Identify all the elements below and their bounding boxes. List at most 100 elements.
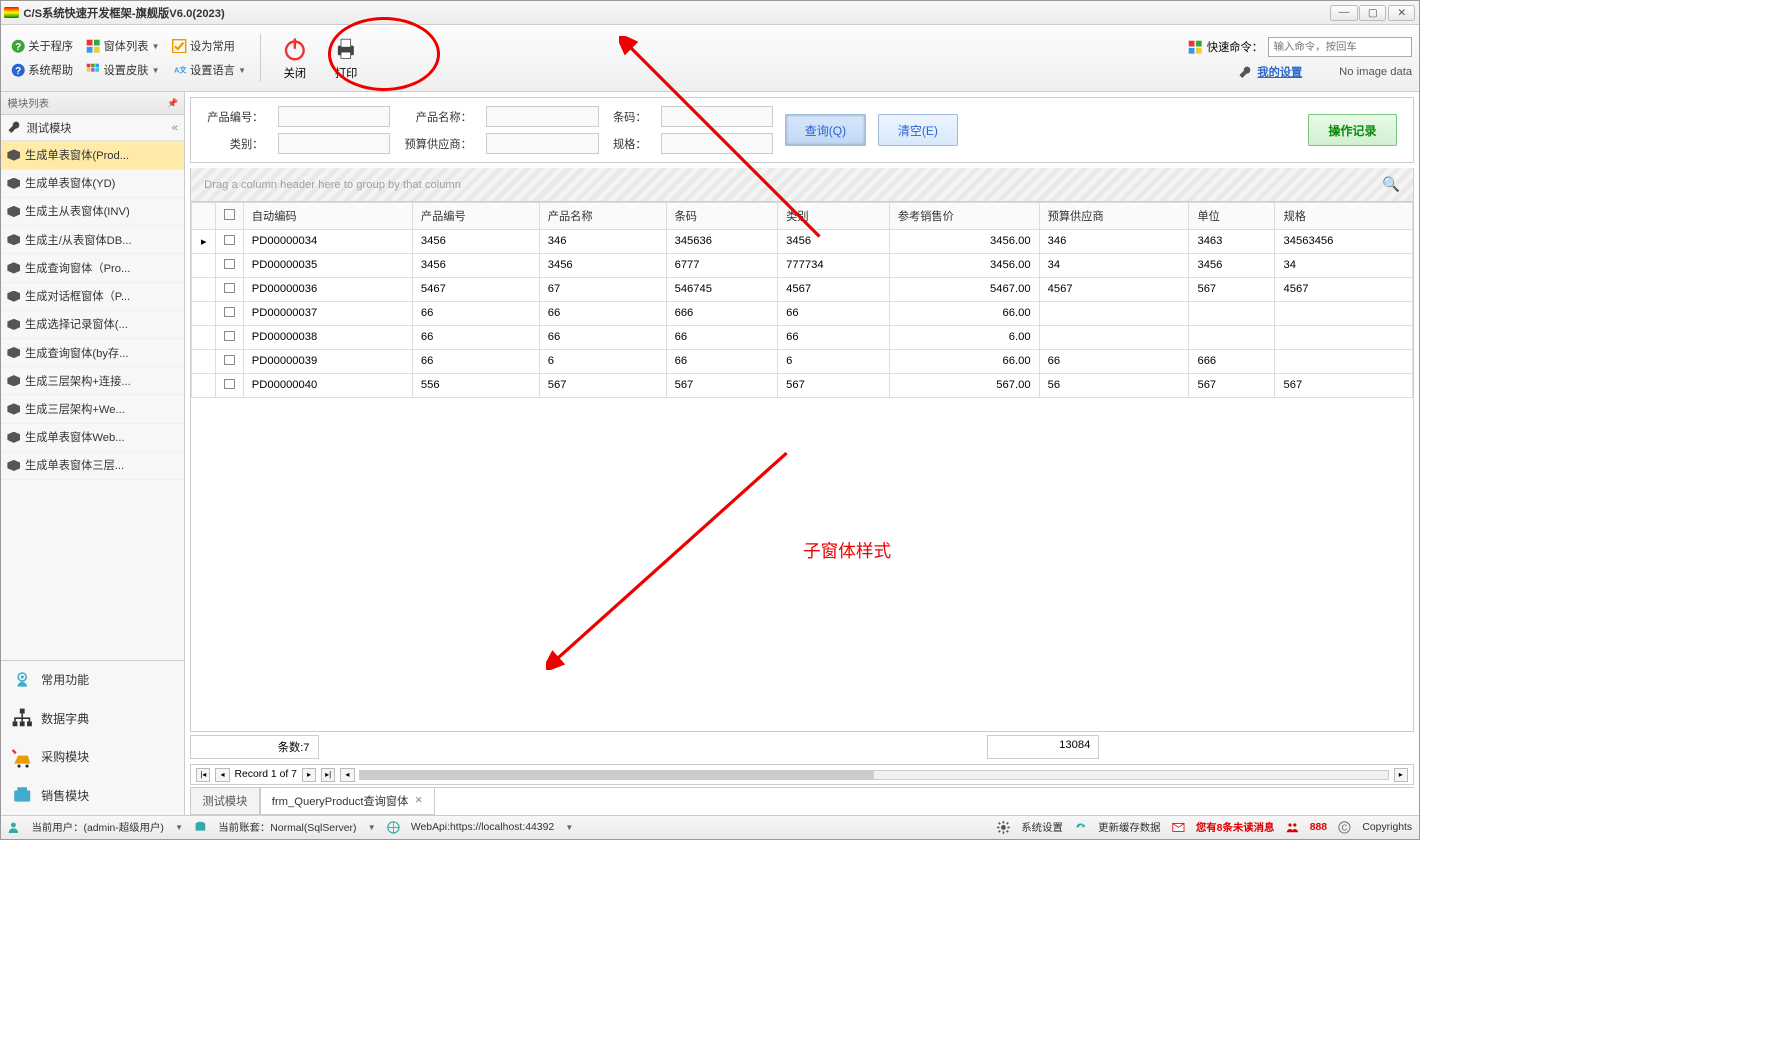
set-lang-button[interactable]: A文 设置语言 ▼ (169, 61, 249, 80)
status-account[interactable]: 当前账套：Normal(SqlServer) (218, 820, 356, 835)
no-image-label: No image data (1339, 66, 1412, 78)
cube-icon (7, 234, 20, 245)
status-user[interactable]: 当前用户：(admin-超级用户) (31, 820, 163, 835)
table-row[interactable]: PD000000353456345667777777343456.0034345… (192, 253, 1412, 277)
row-checkbox[interactable] (224, 283, 234, 293)
help-blue-icon: ? (11, 63, 25, 77)
search-panel: 产品编号： 产品名称： 条码： 类别： 预算供应商： 规格： 查询(Q) 清空(… (190, 97, 1413, 163)
status-sys-settings[interactable]: 系统设置 (1021, 820, 1063, 835)
column-header[interactable]: 条码 (666, 203, 778, 230)
search-icon[interactable]: 🔍 (1382, 176, 1400, 193)
status-online[interactable]: 888 (1310, 822, 1327, 833)
pin-icon[interactable]: 📌 (167, 98, 178, 109)
column-header[interactable]: 参考销售价 (889, 203, 1039, 230)
refresh-icon (1074, 821, 1087, 834)
column-header[interactable]: 产品名称 (539, 203, 666, 230)
input-spec[interactable] (661, 133, 773, 154)
sidebar-item[interactable]: 生成查询窗体(by存... (1, 339, 184, 367)
cube-icon (7, 347, 20, 358)
status-unread[interactable]: 您有8条未读消息 (1196, 820, 1275, 835)
cube-icon (7, 403, 20, 414)
log-button[interactable]: 操作记录 (1308, 114, 1397, 146)
sidebar-module[interactable]: 销售模块 (1, 776, 184, 814)
cube-icon (7, 262, 20, 273)
set-lang-label: 设置语言 (190, 62, 235, 78)
table-row[interactable]: ▸PD00000034345634634563634563456.0034634… (192, 229, 1412, 253)
table-row[interactable]: PD00000040556567567567567.0056567567 (192, 373, 1412, 397)
first-page-button[interactable]: |◂ (196, 768, 210, 782)
table-row[interactable]: PD0000003966666666.0066666 (192, 349, 1412, 373)
sidebar-item[interactable]: 生成主从表窗体(INV) (1, 198, 184, 226)
row-checkbox[interactable] (224, 235, 234, 245)
status-refresh[interactable]: 更新缓存数据 (1098, 820, 1160, 835)
sidebar-item[interactable]: 生成单表窗体Web... (1, 424, 184, 452)
scroll-left-button[interactable]: ◂ (340, 768, 354, 782)
svg-text:?: ? (15, 66, 21, 77)
prev-page-button[interactable]: ◂ (215, 768, 229, 782)
page-label: Record 1 of 7 (234, 769, 296, 780)
column-header[interactable]: 规格 (1275, 203, 1412, 230)
maximize-button[interactable]: ▢ (1359, 5, 1386, 21)
sidebar-item[interactable]: 生成三层架构+连接... (1, 367, 184, 395)
input-name[interactable] (486, 106, 598, 127)
sidebar-item[interactable]: 生成单表窗体(Prod... (1, 141, 184, 169)
windows-icon (86, 39, 100, 53)
sidebar-item[interactable]: 生成选择记录窗体(... (1, 311, 184, 339)
table-row[interactable]: PD00000038666666666.00 (192, 325, 1412, 349)
last-page-button[interactable]: ▸| (321, 768, 335, 782)
row-checkbox[interactable] (224, 379, 234, 389)
row-checkbox[interactable] (224, 259, 234, 269)
next-page-button[interactable]: ▸ (302, 768, 316, 782)
quick-cmd-input[interactable] (1268, 37, 1412, 58)
group-by-bar[interactable]: Drag a column header here to group by th… (190, 168, 1413, 202)
tab-test-module[interactable]: 测试模块 (190, 788, 259, 815)
status-webapi[interactable]: WebApi:https://localhost:44392 (411, 822, 554, 833)
sidebar: 模块列表 📌 测试模块 « 生成单表窗体(Prod...生成单表窗体(YD)生成… (1, 92, 185, 814)
input-code[interactable] (278, 106, 390, 127)
sidebar-item[interactable]: 生成查询窗体（Pro... (1, 254, 184, 282)
column-header[interactable]: 单位 (1189, 203, 1275, 230)
sidebar-item[interactable]: 生成单表窗体三层... (1, 452, 184, 480)
sidebar-module[interactable]: 常用功能 (1, 661, 184, 699)
my-settings-link[interactable]: 我的设置 (1257, 64, 1302, 80)
sidebar-module[interactable]: 采购模块 (1, 738, 184, 776)
print-button[interactable]: 打印 (324, 33, 369, 84)
table-row[interactable]: PD0000003766666666666.00 (192, 301, 1412, 325)
tab-query-product[interactable]: frm_QueryProduct查询窗体 ✕ (260, 788, 435, 815)
sidebar-item[interactable]: 生成主/从表窗体DB... (1, 226, 184, 254)
tab-close-icon[interactable]: ✕ (415, 795, 423, 806)
minimize-button[interactable]: — (1330, 5, 1357, 21)
row-checkbox[interactable] (224, 355, 234, 365)
sidebar-section-test[interactable]: 测试模块 « (1, 115, 184, 142)
status-copyrights[interactable]: Copyrights (1362, 822, 1412, 833)
form-list-button[interactable]: 窗体列表 ▼ (83, 37, 163, 56)
column-header[interactable]: 预算供应商 (1039, 203, 1189, 230)
sidebar-module[interactable]: 数据字典 (1, 699, 184, 737)
column-header[interactable]: 产品编号 (412, 203, 539, 230)
module-icon (11, 707, 33, 729)
query-button[interactable]: 查询(Q) (785, 114, 867, 146)
row-checkbox[interactable] (224, 307, 234, 317)
row-checkbox[interactable] (224, 331, 234, 341)
table-row[interactable]: PD0000003654676754674545675467.004567567… (192, 277, 1412, 301)
column-header[interactable]: 类别 (778, 203, 890, 230)
close-button[interactable]: ✕ (1388, 5, 1415, 21)
sidebar-item[interactable]: 生成对话框窗体（P... (1, 283, 184, 311)
scroll-right-button[interactable]: ▸ (1394, 768, 1408, 782)
power-icon (282, 36, 308, 62)
wrench-icon (1238, 65, 1252, 79)
sidebar-item[interactable]: 生成三层架构+We... (1, 395, 184, 423)
input-category[interactable] (278, 133, 390, 154)
sys-help-button[interactable]: ? 系统帮助 (7, 61, 76, 80)
set-default-button[interactable]: 设为常用 (169, 37, 249, 56)
close-form-button[interactable]: 关闭 (272, 33, 317, 84)
input-supplier[interactable] (486, 133, 598, 154)
horizontal-scrollbar[interactable] (359, 770, 1388, 780)
input-barcode[interactable] (661, 106, 773, 127)
cube-icon (7, 319, 20, 330)
clear-button[interactable]: 清空(E) (878, 114, 959, 146)
about-button[interactable]: ? 关于程序 (7, 37, 76, 56)
column-header[interactable]: 自动编码 (243, 203, 412, 230)
set-skin-button[interactable]: 设置皮肤 ▼ (83, 61, 163, 80)
sidebar-item[interactable]: 生成单表窗体(YD) (1, 170, 184, 198)
